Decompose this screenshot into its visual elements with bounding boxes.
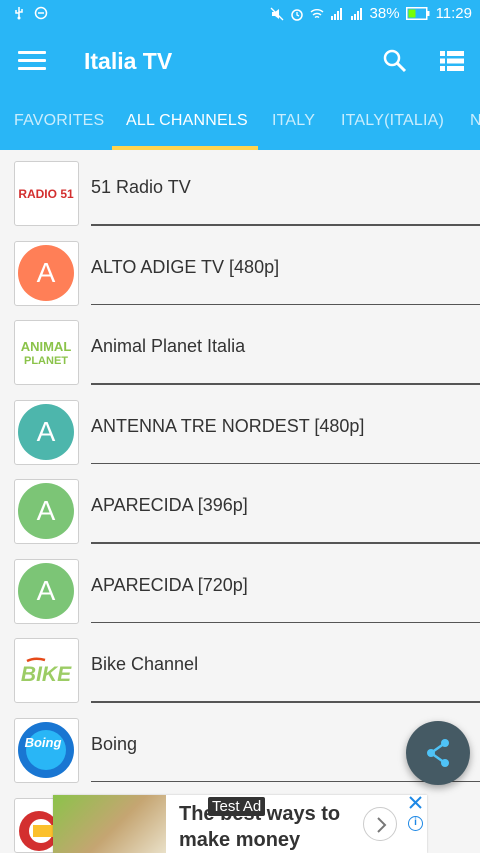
channel-name: APARECIDA [396p] <box>91 495 248 515</box>
letter-avatar: A <box>18 483 74 539</box>
channel-name: APARECIDA [720p] <box>91 574 248 595</box>
channel-name: Animal Planet Italia <box>91 336 246 356</box>
channel-row[interactable]: A ALTO ADIGE TV [480p] <box>0 230 480 310</box>
channel-row[interactable]: RADIO 51 51 Radio TV <box>0 150 480 230</box>
channel-name: ANTENNA TRE NORDEST [480p] <box>91 415 365 436</box>
ad-image <box>53 795 166 853</box>
channel-logo: ANIMAL PLANET <box>14 320 79 385</box>
menu-button[interactable] <box>18 48 46 74</box>
battery-icon <box>405 7 430 20</box>
alarm-icon <box>290 8 303 21</box>
channel-name: 51 Radio TV <box>91 177 191 197</box>
boing-logo: Boing <box>18 721 74 778</box>
status-bar: 38% 11:29 <box>0 0 480 30</box>
share-icon <box>427 739 449 767</box>
channel-logo: BIKE <box>14 638 79 703</box>
channel-row[interactable]: ANIMAL PLANET Animal Planet Italia <box>0 309 480 389</box>
battery-percent: 38% <box>369 5 400 22</box>
signal-icon <box>330 7 342 20</box>
test-ad-badge: Test Ad <box>208 797 266 816</box>
divider <box>91 542 480 544</box>
notification-icon <box>34 6 48 20</box>
mute-icon <box>270 7 283 20</box>
channel-logo: A <box>14 240 79 306</box>
close-icon <box>409 796 422 809</box>
search-button[interactable] <box>382 48 408 74</box>
channel-row[interactable]: A ANTENNA TRE NORDEST [480p] <box>0 389 480 469</box>
app-bar: Italia TV <box>0 30 480 92</box>
animal-planet-logo: ANIMAL PLANET <box>21 339 72 367</box>
tab-italy-italia[interactable]: ITALY(ITALIA) <box>341 112 444 130</box>
channel-row[interactable]: A APARECIDA [396p] <box>0 468 480 548</box>
letter-avatar: A <box>18 562 74 619</box>
channel-logo: A <box>14 479 79 544</box>
channel-name: Bike Channel <box>91 654 199 674</box>
wifi-icon <box>310 8 323 18</box>
logo-text: BIKE <box>21 663 72 686</box>
ad-next-button[interactable] <box>363 807 397 841</box>
tab-all-channels[interactable]: ALL CHANNELS <box>126 112 248 130</box>
channel-logo: RADIO 51 <box>14 161 79 226</box>
menu-icon-bar <box>18 67 46 70</box>
divider <box>91 621 480 623</box>
view-list-button[interactable] <box>440 50 464 72</box>
channel-name: Boing <box>91 733 138 754</box>
logo-text: PLANET <box>24 355 68 367</box>
tab-next[interactable]: N <box>470 112 480 130</box>
clock: 11:29 <box>435 5 472 22</box>
menu-icon <box>18 51 46 54</box>
divider <box>91 462 480 464</box>
radio51-logo: RADIO 51 <box>18 187 74 201</box>
tab-bar: FAVORITES ALL CHANNELS ITALY ITALY(ITALI… <box>0 92 480 150</box>
channel-row[interactable]: BIKE Bike Channel <box>0 627 480 707</box>
letter-avatar: A <box>18 244 74 301</box>
divider <box>91 383 480 385</box>
tab-favorites[interactable]: FAVORITES <box>14 112 104 130</box>
divider <box>91 303 480 305</box>
divider <box>91 701 480 703</box>
search-icon <box>383 49 407 73</box>
ad-banner[interactable]: The best ways to make money Test Ad i <box>53 795 427 853</box>
channel-logo: A <box>14 558 79 624</box>
bike-logo: BIKE <box>21 657 72 686</box>
signal-icon-2 <box>350 7 362 20</box>
menu-icon-bar <box>18 59 46 62</box>
divider <box>91 224 480 226</box>
ad-close-button[interactable] <box>409 796 422 813</box>
channel-row[interactable]: A APARECIDA [720p] <box>0 548 480 628</box>
app-title: Italia TV <box>84 48 173 74</box>
usb-icon <box>15 7 23 20</box>
status-left-icons <box>12 6 48 20</box>
ad-info-icon[interactable]: i <box>408 816 423 831</box>
channel-name: ALTO ADIGE TV [480p] <box>91 256 280 277</box>
logo-text: RADIO 51 <box>18 187 74 201</box>
chevron-right-icon <box>377 817 387 833</box>
tab-italy[interactable]: ITALY <box>272 112 315 130</box>
channel-logo: A <box>14 399 79 465</box>
logo-text: Boing <box>25 735 62 750</box>
share-button[interactable] <box>406 721 470 785</box>
status-right-icons: 38% 11:29 <box>270 5 472 22</box>
channel-list: RADIO 51 51 Radio TV A ALTO ADIGE TV [48… <box>0 150 480 786</box>
letter-avatar: A <box>18 403 74 460</box>
channel-logo: Boing <box>14 717 79 783</box>
logo-text: ANIMAL <box>21 339 72 354</box>
view-list-icon <box>440 51 464 71</box>
